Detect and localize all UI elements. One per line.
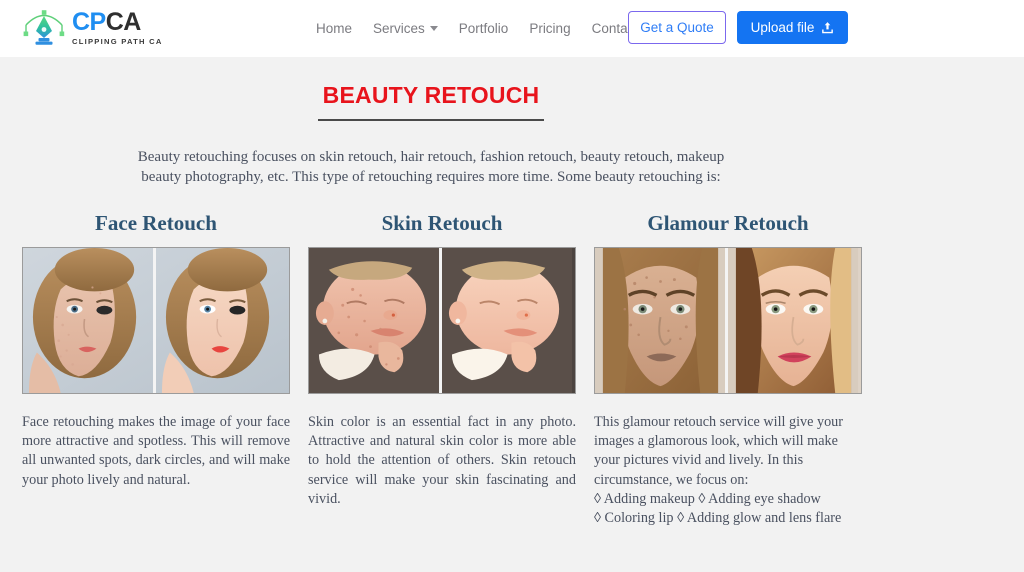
nav-label: Home (316, 21, 353, 36)
page-root: CP CA CLIPPING PATH CA Home Services Port… (0, 0, 1024, 572)
column-skin-retouch: Skin Retouch Skin color is an essential … (308, 211, 576, 528)
logo-wordmark: CP CA CLIPPING PATH CA (72, 10, 163, 46)
logo-tagline: CLIPPING PATH CA (72, 37, 163, 47)
nav-label: Services (373, 21, 425, 36)
skin-retouch-image (308, 247, 576, 394)
logo-cp-text: CP (72, 8, 106, 37)
nav-label: Portfolio (458, 21, 509, 36)
column-glamour-retouch: Glamour Retouch This glamour retouch ser… (594, 211, 862, 528)
nav-item-services[interactable]: Services (373, 21, 438, 36)
column-body-text: This glamour retouch service will give y… (594, 414, 844, 488)
upload-file-button[interactable]: Upload file (737, 11, 848, 44)
column-title: Face Retouch (95, 211, 217, 235)
nav-label: Pricing (529, 21, 571, 36)
column-body: Face retouching makes the image of your … (22, 414, 290, 488)
pen-nib-icon (23, 10, 65, 45)
glamour-bullet-1: ◊ Adding makeup ◊ Adding eye shadow (594, 490, 821, 507)
nav-item-pricing[interactable]: Pricing (529, 21, 570, 36)
site-logo[interactable]: CP CA CLIPPING PATH CA (22, 6, 163, 50)
column-body: Skin color is an essential fact in any p… (308, 414, 576, 507)
logo-ca-text: CA (105, 8, 142, 37)
title-underline (318, 119, 544, 121)
main-navigation: Home Services Portfolio Pricing Contact … (316, 0, 658, 57)
get-a-quote-button[interactable]: Get a Quote (628, 11, 726, 44)
column-face-retouch: Face Retouch Face retouching makes the i… (22, 211, 290, 528)
column-body: This glamour retouch service will give y… (594, 413, 862, 490)
site-header: CP CA CLIPPING PATH CA Home Services Port… (0, 0, 1024, 57)
nav-item-portfolio[interactable]: Portfolio (459, 21, 509, 36)
page-title-block: BEAUTY RETOUCH (0, 82, 862, 121)
retouch-columns: Face Retouch Face retouching makes the i… (22, 211, 862, 528)
nav-item-home[interactable]: Home (316, 21, 352, 36)
upload-file-label: Upload file (750, 20, 815, 35)
chevron-down-icon (429, 26, 438, 31)
upload-icon (822, 22, 834, 34)
page-title: BEAUTY RETOUCH (322, 82, 540, 108)
column-title: Skin Retouch (381, 211, 503, 235)
column-title: Glamour Retouch (647, 211, 809, 235)
glamour-retouch-image (594, 247, 862, 394)
glamour-bullet-2: ◊ Coloring lip ◊ Adding glow and lens fl… (594, 510, 842, 527)
intro-paragraph: Beauty retouching focuses on skin retouc… (137, 149, 725, 185)
face-retouch-image (22, 247, 290, 394)
